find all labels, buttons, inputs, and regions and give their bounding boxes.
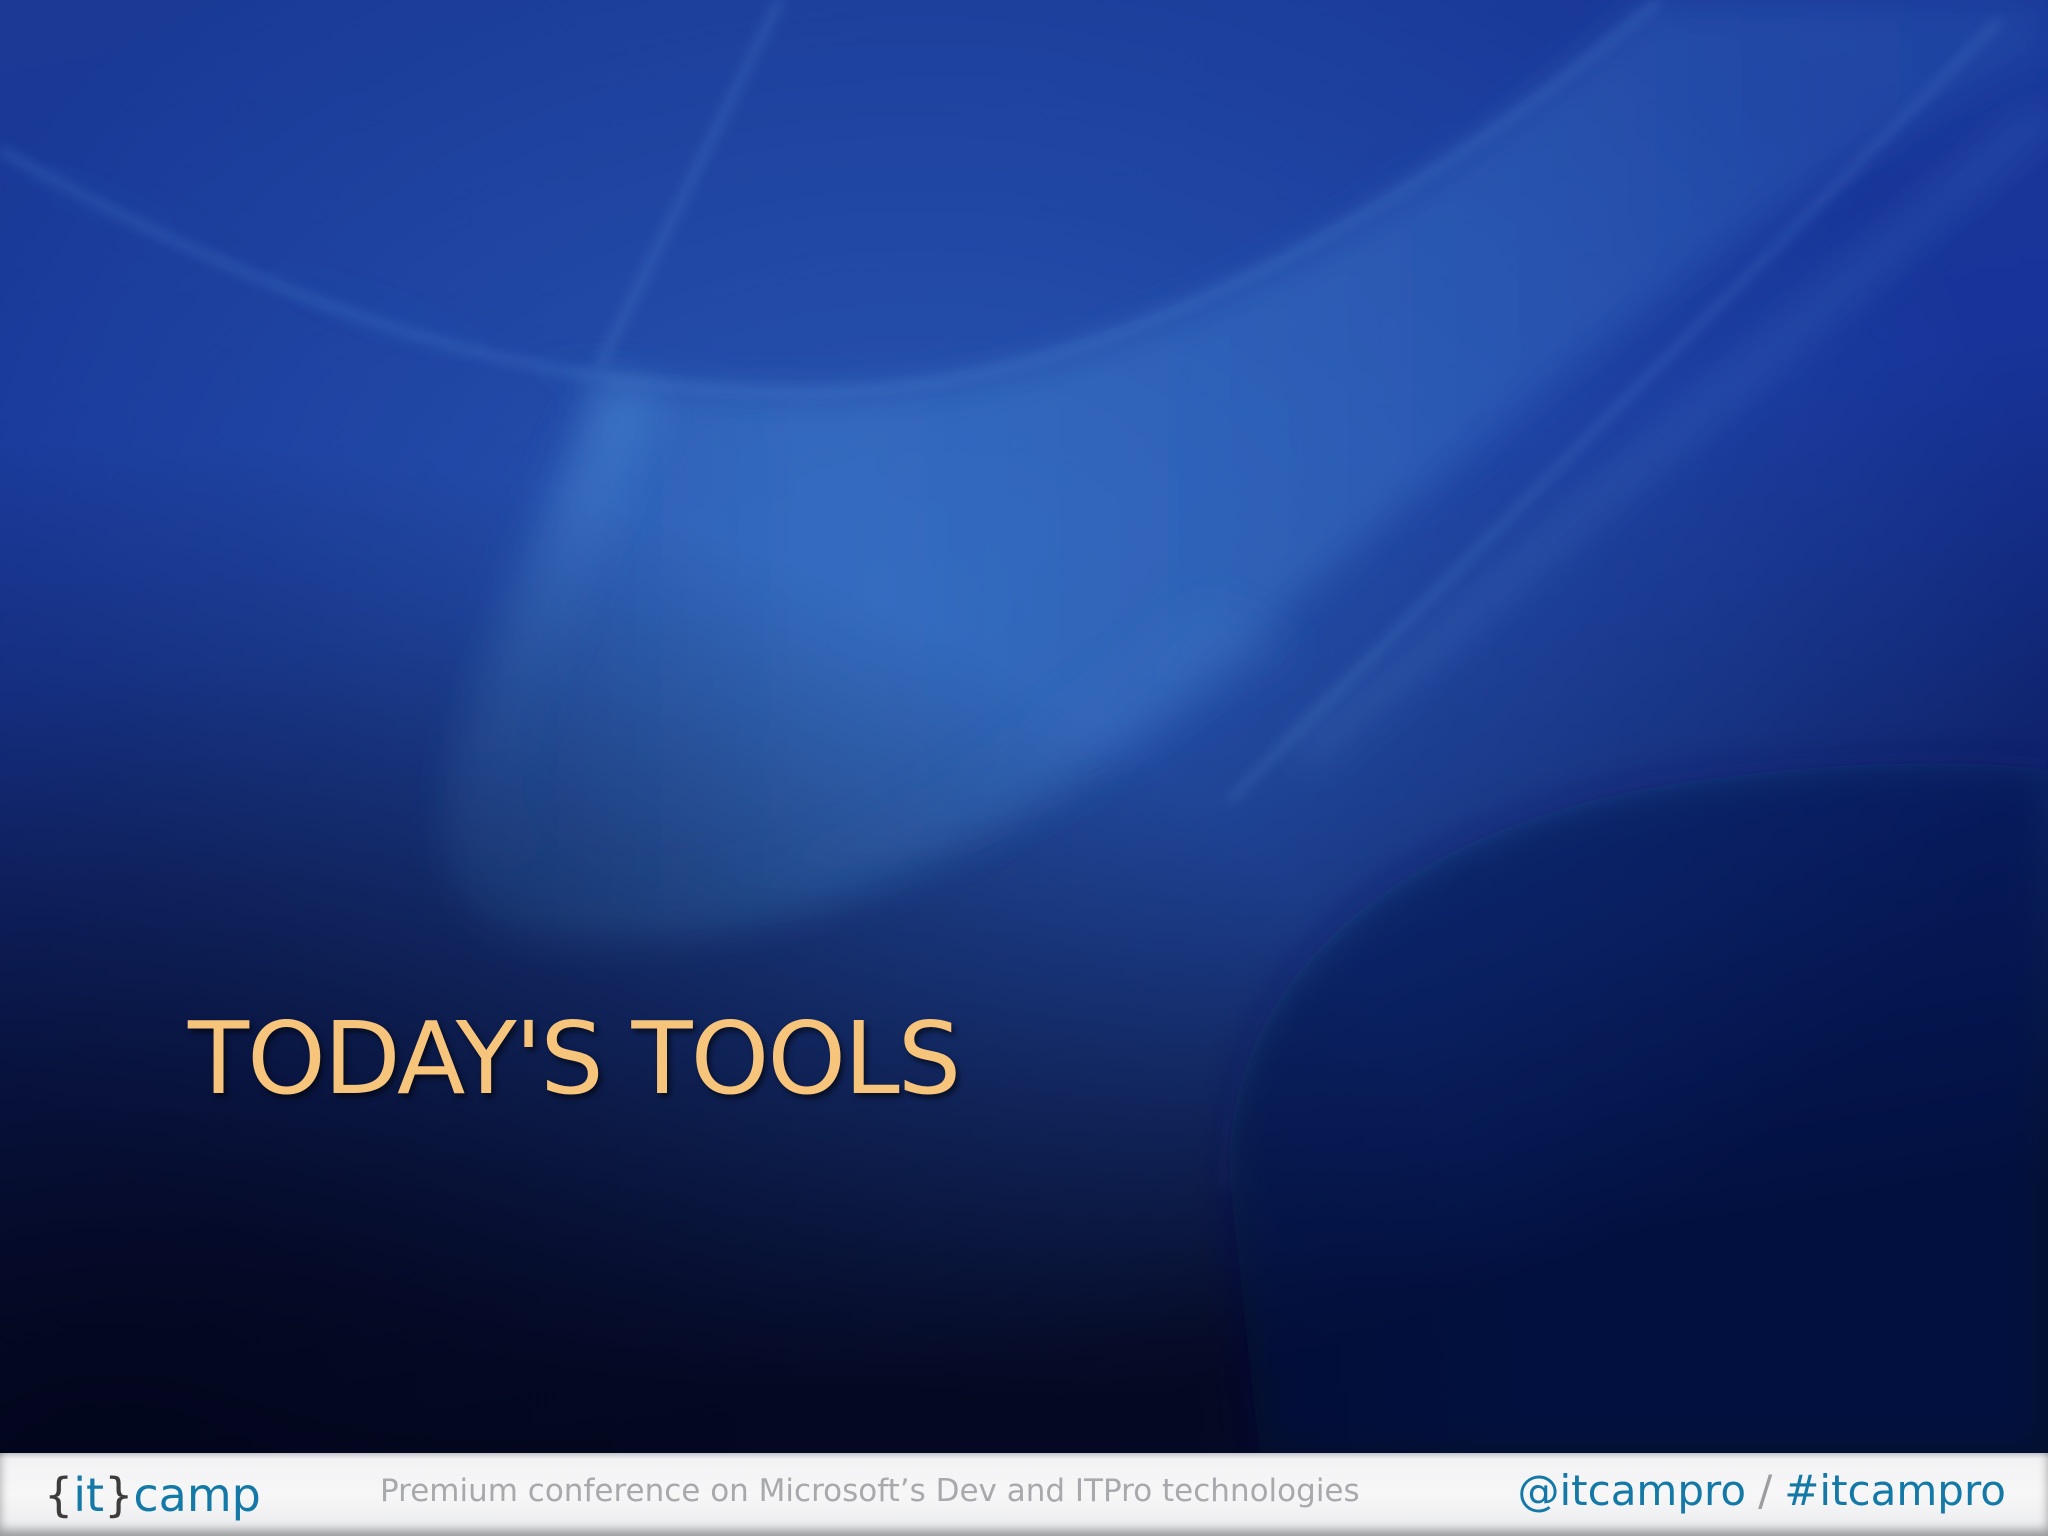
footer-tagline: Premium conference on Microsoft’s Dev an… [380,1473,1360,1509]
social-separator: / [1758,1466,1773,1515]
footer-bar: {it}camp Premium conference on Microsoft… [0,1453,2048,1536]
logo-it: it [73,1468,105,1522]
logo-brace-open: { [44,1468,74,1522]
twitter-handle: @itcampro [1517,1466,1747,1515]
logo-camp: camp [133,1468,261,1522]
background-swirl [0,0,2048,1456]
hashtag: #itcampro [1784,1466,2006,1515]
logo-brace-close: } [104,1468,134,1522]
itcamp-logo: {it}camp [44,1459,261,1531]
slide: TODAY'S TOOLS {it}camp Premium conferenc… [0,0,2048,1536]
social-handles: @itcampro / #itcampro [1517,1453,2006,1536]
slide-title: TODAY'S TOOLS [188,1000,961,1117]
